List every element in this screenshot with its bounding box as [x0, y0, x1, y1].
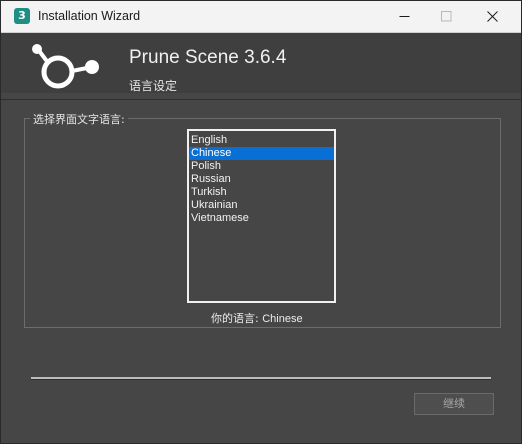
app-icon: 3 [14, 8, 30, 24]
language-option-chinese[interactable]: Chinese [189, 147, 334, 160]
language-option-polish[interactable]: Polish [189, 160, 334, 173]
wizard-header: Prune Scene 3.6.4 语言设定 [1, 33, 521, 93]
step-subtitle: 语言设定 [129, 79, 178, 93]
product-title: Prune Scene 3.6.4 [129, 47, 287, 68]
installer-window: 3 Installation Wizard Prune Scene 3.6.4 … [0, 0, 522, 444]
language-option-turkish[interactable]: Turkish [189, 186, 334, 199]
maximize-icon [441, 11, 452, 22]
minimize-icon [399, 16, 410, 17]
language-option-ukrainian[interactable]: Ukrainian [189, 199, 334, 212]
continue-button[interactable]: 继续 [414, 393, 494, 415]
close-icon [487, 11, 498, 22]
current-language-value: Chinese [262, 313, 303, 325]
language-option-vietnamese[interactable]: Vietnamese [189, 212, 334, 225]
current-language: 你的语言: Chinese [211, 310, 303, 326]
node-link-logo-icon [32, 44, 99, 89]
current-language-label: 你的语言: [211, 312, 263, 325]
footer-divider [31, 377, 491, 380]
language-option-russian[interactable]: Russian [189, 173, 334, 186]
minimize-button[interactable] [381, 1, 427, 32]
maximize-button[interactable] [423, 1, 469, 32]
language-option-english[interactable]: English [189, 134, 334, 147]
header-divider [1, 99, 521, 100]
title-bar[interactable]: 3 Installation Wizard [1, 1, 521, 33]
close-button[interactable] [469, 1, 515, 32]
language-group-label: 选择界面文字语言: [30, 111, 128, 127]
window-title: Installation Wizard [38, 9, 141, 23]
language-listbox[interactable]: English Chinese Polish Russian Turkish Ukrain… [187, 129, 336, 303]
